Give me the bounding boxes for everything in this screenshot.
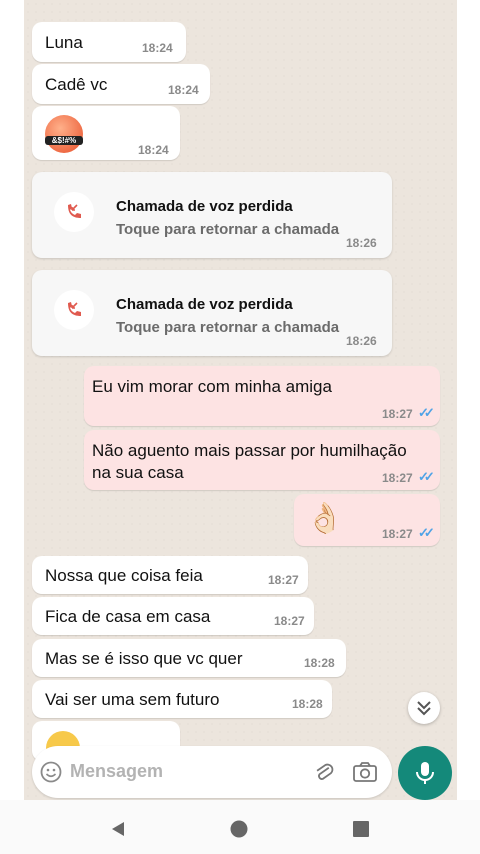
message-text: Cadê vc	[45, 75, 108, 94]
system-navigation-bar	[0, 800, 480, 854]
message-bubble[interactable]: Fica de casa em casa 18:27	[32, 597, 314, 635]
message-text: Vai ser uma sem futuro	[45, 690, 220, 709]
chat-area[interactable]: Luna 18:24 Cadê vc 18:24 &$!#% 18:24 Cha…	[24, 0, 457, 800]
message-bubble[interactable]: Vai ser uma sem futuro 18:28	[32, 680, 332, 718]
app-frame: Luna 18:24 Cadê vc 18:24 &$!#% 18:24 Cha…	[0, 0, 480, 854]
microphone-button[interactable]	[398, 746, 452, 800]
message-time: 18:24	[168, 83, 199, 97]
ok-hand-emoji-icon: 👌🏻	[306, 502, 344, 535]
home-icon[interactable]	[230, 820, 248, 838]
missed-call-card[interactable]: Chamada de voz perdida Toque para retorn…	[32, 172, 392, 258]
scroll-down-button[interactable]	[408, 692, 440, 724]
message-bubble[interactable]: 👌🏻 18:27 ✓✓	[294, 494, 440, 546]
call-subtitle: Toque para retornar a chamada	[116, 221, 340, 238]
message-time: 18:24	[138, 143, 169, 157]
message-bubble[interactable]: Eu vim morar com minha amiga 18:27 ✓✓	[84, 366, 440, 426]
missed-call-icon	[54, 290, 94, 330]
message-time: 18:28	[292, 697, 323, 711]
message-bubble[interactable]: Luna 18:24	[32, 22, 186, 62]
message-time: 18:26	[346, 236, 377, 250]
read-receipt-icon: ✓✓	[418, 525, 435, 540]
message-time: 18:24	[142, 41, 173, 55]
read-receipt-icon: ✓✓	[418, 405, 435, 420]
message-time: 18:27	[382, 527, 413, 541]
message-bubble[interactable]: Mas se é isso que vc quer 18:28	[32, 639, 346, 677]
emoji-icon[interactable]	[40, 761, 62, 783]
message-bubble[interactable]: &$!#% 18:24	[32, 106, 180, 160]
read-receipt-icon: ✓✓	[418, 469, 435, 484]
message-bubble[interactable]: Cadê vc 18:24	[32, 64, 210, 104]
message-time: 18:27	[382, 407, 413, 421]
call-title: Chamada de voz perdida	[116, 198, 293, 215]
message-text: Mas se é isso que vc quer	[45, 649, 243, 668]
call-title: Chamada de voz perdida	[116, 296, 293, 313]
recents-icon[interactable]	[353, 821, 369, 837]
message-time: 18:27	[274, 614, 305, 628]
message-time: 18:27	[382, 471, 413, 485]
message-time: 18:26	[346, 334, 377, 348]
message-bubble[interactable]: Não aguento mais passar por humilhação n…	[84, 430, 440, 490]
message-input[interactable]: Mensagem	[70, 761, 163, 782]
message-text: Eu vim morar com minha amiga	[92, 377, 332, 396]
message-text: Luna	[45, 33, 83, 52]
paperclip-icon[interactable]	[312, 760, 336, 784]
message-time: 18:27	[268, 573, 299, 587]
missed-call-card[interactable]: Chamada de voz perdida Toque para retorn…	[32, 270, 392, 356]
message-text-line2: na sua casa	[92, 463, 184, 482]
message-text: Fica de casa em casa	[45, 607, 211, 626]
missed-call-icon	[54, 192, 94, 232]
microphone-icon	[416, 762, 434, 784]
message-composer[interactable]: Mensagem	[32, 746, 392, 798]
message-time: 18:28	[304, 656, 335, 670]
message-text: Nossa que coisa feia	[45, 566, 203, 585]
angry-emoji-icon: &$!#%	[45, 115, 83, 153]
back-icon[interactable]	[110, 821, 126, 837]
message-bubble[interactable]: Nossa que coisa feia 18:27	[32, 556, 308, 594]
message-text-line1: Não aguento mais passar por humilhação	[92, 441, 407, 460]
camera-icon[interactable]	[352, 760, 378, 784]
chevron-double-down-icon	[417, 701, 431, 716]
call-subtitle: Toque para retornar a chamada	[116, 319, 340, 336]
